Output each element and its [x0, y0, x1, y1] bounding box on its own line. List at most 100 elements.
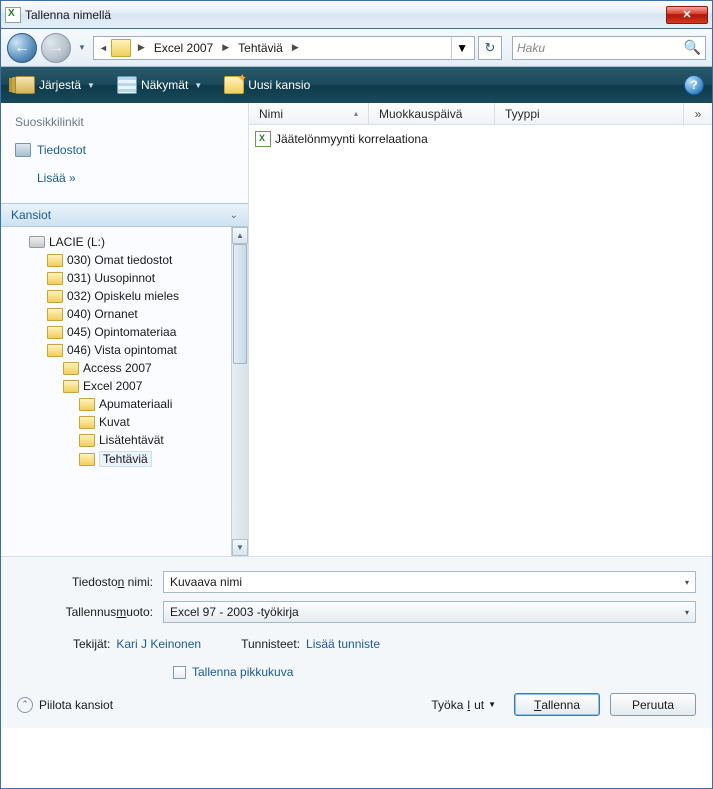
- format-label: Tallennusmuoto:: [17, 605, 163, 619]
- column-headers: Nimi▴ Muokkauspäivä Tyyppi »: [249, 103, 712, 125]
- folder-icon: [79, 398, 95, 411]
- command-toolbar: Järjestä ▼ Näkymät ▼ Uusi kansio ?: [1, 67, 712, 103]
- forward-button[interactable]: →: [41, 33, 71, 63]
- close-button[interactable]: ✕: [666, 6, 708, 24]
- sort-asc-icon: ▴: [354, 109, 358, 118]
- authors-field[interactable]: Tekijät: Kari J Keinonen: [73, 637, 201, 651]
- folder-tree[interactable]: LACIE (L:) 030) Omat tiedostot 031) Uuso…: [1, 227, 231, 556]
- format-dropdown[interactable]: Excel 97 - 2003 -työkirja▾: [163, 601, 696, 623]
- button-row: ⌃ Piilota kansiot Työkalut ▼ Tallenna Pe…: [17, 693, 696, 716]
- history-dropdown[interactable]: ▼: [75, 33, 89, 63]
- chevron-down-icon: ▼: [87, 81, 95, 90]
- scroll-thumb[interactable]: [233, 244, 247, 364]
- chevron-right-icon[interactable]: ▶: [289, 42, 302, 53]
- scroll-up-button[interactable]: ▲: [232, 227, 248, 244]
- file-row[interactable]: Jäätelönmyynti korrelaationa: [255, 129, 706, 149]
- chevron-down-icon[interactable]: ▾: [685, 578, 689, 587]
- hide-folders-button[interactable]: ⌃ Piilota kansiot: [17, 697, 113, 713]
- search-input[interactable]: Haku 🔍: [512, 36, 706, 60]
- tree-folder[interactable]: 040) Ornanet: [7, 305, 231, 323]
- address-breadcrumb[interactable]: ◄ ▶ Excel 2007 ▶ Tehtäviä ▶ ▼: [93, 36, 475, 60]
- folder-icon: [79, 434, 95, 447]
- tree-folder[interactable]: Lisätehtävät: [7, 431, 231, 449]
- chevron-down-icon: ▼: [488, 700, 496, 709]
- folder-icon: [47, 344, 63, 357]
- breadcrumb-segment[interactable]: Tehtäviä: [232, 41, 289, 55]
- refresh-button[interactable]: ↻: [478, 36, 502, 60]
- folder-icon: [47, 308, 63, 321]
- chevron-right-icon[interactable]: ▶: [219, 42, 232, 53]
- favorites-header: Suosikkilinkit: [15, 115, 234, 129]
- tree-folder[interactable]: Apumateriaali: [7, 395, 231, 413]
- column-overflow[interactable]: »: [684, 103, 712, 124]
- chevron-left-icon[interactable]: ◄: [96, 43, 111, 53]
- metadata-row: Tekijät: Kari J Keinonen Tunnisteet: Lis…: [17, 631, 696, 651]
- chevron-down-icon: ▼: [194, 81, 202, 90]
- main-area: Suosikkilinkit Tiedostot Lisää » Kansiot…: [1, 103, 712, 556]
- back-button[interactable]: ←: [7, 33, 37, 63]
- scroll-down-button[interactable]: ▼: [232, 539, 248, 556]
- column-modified[interactable]: Muokkauspäivä: [369, 103, 495, 124]
- breadcrumb-dropdown[interactable]: ▼: [451, 37, 472, 59]
- folder-icon: [47, 254, 63, 267]
- chevron-down-icon[interactable]: ▾: [685, 608, 689, 617]
- thumbnail-label[interactable]: Tallenna pikkukuva: [192, 665, 293, 679]
- new-folder-icon: [224, 76, 244, 94]
- folders-header[interactable]: Kansiot ⌄: [1, 203, 248, 227]
- tree-folder[interactable]: 046) Vista opintomat: [7, 341, 231, 359]
- folder-icon: [47, 272, 63, 285]
- folder-icon: [111, 39, 131, 57]
- column-type[interactable]: Tyyppi: [495, 103, 684, 124]
- folder-icon: [63, 380, 79, 393]
- help-button[interactable]: ?: [684, 75, 704, 95]
- views-button[interactable]: Näkymät ▼: [111, 72, 208, 98]
- folder-tree-container: LACIE (L:) 030) Omat tiedostot 031) Uuso…: [1, 227, 248, 556]
- breadcrumb-segment[interactable]: Excel 2007: [148, 41, 219, 55]
- scroll-track[interactable]: [232, 244, 248, 539]
- format-row: Tallennusmuoto: Excel 97 - 2003 -työkirj…: [17, 601, 696, 623]
- thumbnail-row: Tallenna pikkukuva: [17, 651, 696, 693]
- tree-folder[interactable]: 032) Opiskelu mieles: [7, 287, 231, 305]
- tree-folder-selected[interactable]: Tehtäviä: [7, 449, 231, 469]
- window-title: Tallenna nimellä: [25, 8, 111, 22]
- left-pane: Suosikkilinkit Tiedostot Lisää » Kansiot…: [1, 103, 249, 556]
- folder-icon: [47, 290, 63, 303]
- chevron-right-icon[interactable]: ▶: [135, 42, 148, 53]
- column-name[interactable]: Nimi▴: [249, 103, 369, 124]
- folder-icon: [79, 453, 95, 466]
- cancel-button[interactable]: Peruuta: [610, 693, 696, 716]
- tree-folder[interactable]: 045) Opintomateriaa: [7, 323, 231, 341]
- documents-icon: [15, 143, 31, 157]
- views-icon: [117, 76, 137, 94]
- tags-field[interactable]: Tunnisteet: Lisää tunniste: [241, 637, 380, 651]
- chevron-up-icon: ⌃: [17, 697, 33, 713]
- tree-folder[interactable]: 031) Uusopinnot: [7, 269, 231, 287]
- excel-appicon: [5, 7, 21, 23]
- folder-icon: [63, 362, 79, 375]
- favorite-links: Suosikkilinkit Tiedostot Lisää »: [1, 103, 248, 203]
- filename-input[interactable]: Kuvaava nimi▾: [163, 571, 696, 593]
- excel-file-icon: [255, 131, 271, 147]
- thumbnail-checkbox[interactable]: [173, 666, 186, 679]
- search-icon: 🔍: [684, 39, 701, 56]
- save-button[interactable]: Tallenna: [514, 693, 600, 716]
- tree-folder[interactable]: Kuvat: [7, 413, 231, 431]
- favorite-more[interactable]: Lisää »: [15, 167, 234, 195]
- file-name: Jäätelönmyynti korrelaationa: [275, 132, 428, 146]
- title-bar: Tallenna nimellä ✕: [1, 1, 712, 29]
- tree-scrollbar[interactable]: ▲ ▼: [231, 227, 248, 556]
- tree-folder[interactable]: 030) Omat tiedostot: [7, 251, 231, 269]
- tree-folder[interactable]: Excel 2007: [7, 377, 231, 395]
- file-list[interactable]: Jäätelönmyynti korrelaationa: [249, 125, 712, 556]
- favorite-documents[interactable]: Tiedostot: [15, 139, 234, 167]
- new-folder-button[interactable]: Uusi kansio: [218, 72, 316, 98]
- blank-icon: [15, 171, 31, 185]
- tree-folder[interactable]: Access 2007: [7, 359, 231, 377]
- tree-drive[interactable]: LACIE (L:): [7, 233, 231, 251]
- filename-label: Tiedoston nimi:: [17, 575, 163, 589]
- folder-icon: [79, 416, 95, 429]
- organize-button[interactable]: Järjestä ▼: [9, 72, 101, 98]
- folder-icon: [47, 326, 63, 339]
- file-pane: Nimi▴ Muokkauspäivä Tyyppi » Jäätelönmyy…: [249, 103, 712, 556]
- tools-dropdown[interactable]: Työkalut ▼: [423, 698, 504, 712]
